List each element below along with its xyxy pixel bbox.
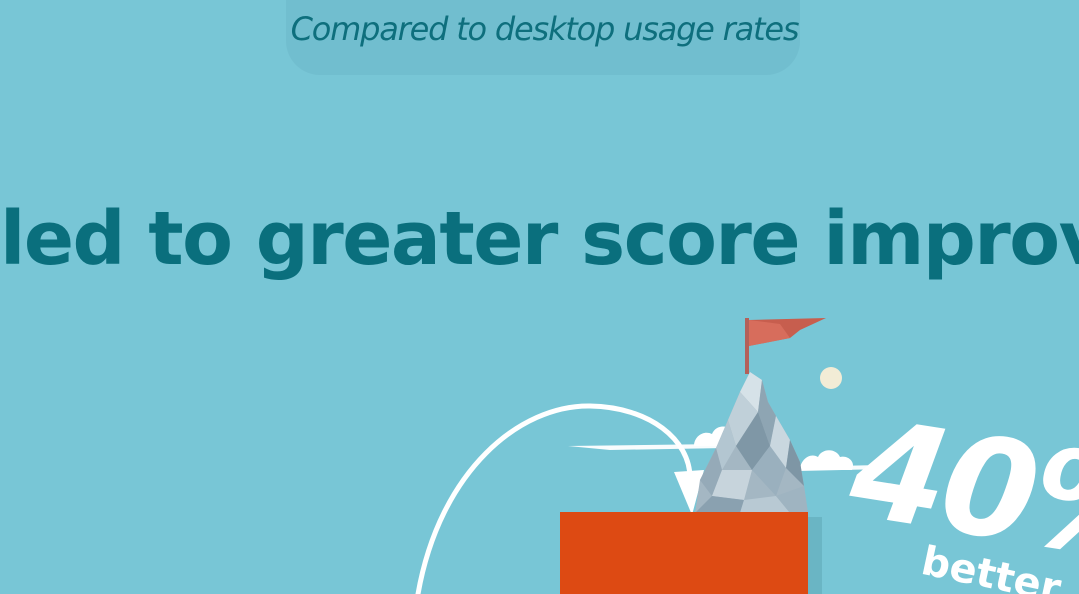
flag-icon xyxy=(745,318,826,374)
orange-score-block xyxy=(560,512,808,594)
block-shadow xyxy=(808,517,822,594)
infographic-page: Compared to desktop usage rates led to g… xyxy=(0,0,1079,594)
moon-icon xyxy=(820,367,842,389)
